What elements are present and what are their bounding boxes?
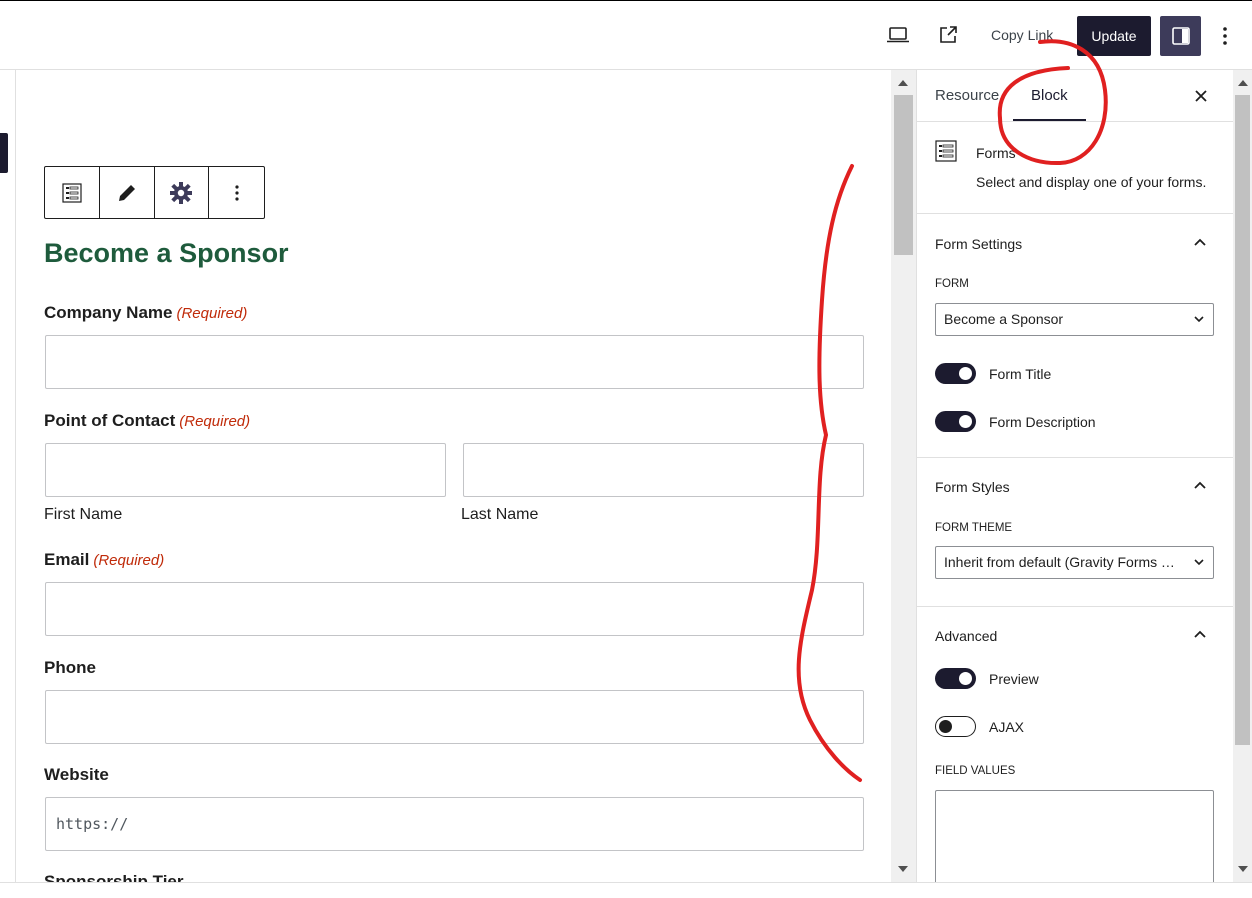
chevron-up-icon[interactable] [1192,234,1208,250]
block-toolbar [44,166,265,219]
scroll-down-arrow[interactable] [898,866,908,872]
sidebar-toggle-button[interactable] [1160,16,1201,56]
active-tab-indicator [1013,119,1086,121]
tab-block[interactable]: Block [1031,87,1068,104]
bottom-bar [0,882,1252,898]
settings-gear-icon[interactable] [155,167,210,218]
advanced-title[interactable]: Advanced [935,628,997,644]
form-description-toggle-label: Form Description [989,414,1096,430]
left-marker [0,133,8,173]
form-theme-select[interactable]: Inherit from default (Gravity Forms Them… [935,546,1214,579]
scroll-up-arrow[interactable] [898,80,908,86]
close-icon[interactable] [1191,86,1211,106]
form-settings-title[interactable]: Form Settings [935,236,1022,252]
scroll-thumb[interactable] [894,95,913,255]
email-label-text: Email [44,550,90,569]
editor-canvas: Become a Sponsor Company Name (Required) … [16,70,891,882]
form-theme-label: FORM THEME [935,522,1013,534]
point-of-contact-label: Point of Contact (Required) [44,411,250,431]
scroll-thumb[interactable] [1235,95,1250,745]
canvas-scrollbar[interactable] [891,70,916,882]
sidebar-tabs: Resource Block [917,70,1233,122]
form-description-toggle[interactable] [935,411,976,432]
sponsorship-tier-label: Sponsorship Tier [44,872,184,882]
block-card: Forms Select and display one of your for… [917,122,1233,214]
section-divider [917,457,1233,458]
scroll-down-arrow[interactable] [1238,866,1248,872]
company-name-label: Company Name (Required) [44,303,247,323]
first-name-sublabel: First Name [44,506,123,523]
email-input[interactable] [45,582,864,636]
form-theme-value: Inherit from default (Gravity Forms Them… [944,554,1210,570]
field-values-label: FIELD VALUES [935,765,1016,777]
more-vertical-icon[interactable] [209,167,264,218]
edit-pencil-icon[interactable] [100,167,155,218]
website-label: Website [44,765,109,784]
ajax-toggle-label: AJAX [989,719,1025,735]
external-link-icon[interactable] [934,21,962,49]
chevron-down-icon [1194,559,1204,566]
phone-input[interactable] [45,690,864,744]
phone-label: Phone [44,658,96,677]
sidebar-scrollbar[interactable] [1233,70,1252,882]
desktop-preview-icon[interactable] [884,21,912,49]
required-indicator: (Required) [93,552,165,569]
form-styles-title[interactable]: Form Styles [935,479,1010,495]
update-button[interactable]: Update [1077,16,1151,56]
company-name-input[interactable] [45,335,864,389]
copy-link-button[interactable]: Copy Link [991,27,1053,43]
company-name-label-text: Company Name [44,303,173,322]
form-label: FORM [935,278,969,290]
last-name-sublabel: Last Name [461,506,539,523]
ajax-toggle[interactable] [935,716,976,737]
settings-sidebar: Resource Block Forms Select and display … [916,70,1233,882]
block-name: Forms [976,145,1016,161]
form-title: Become a Sponsor [44,238,289,268]
editor-header: Copy Link Update [0,0,1252,70]
more-options-icon[interactable] [1215,23,1235,49]
form-block-icon[interactable] [45,167,100,218]
chevron-up-icon[interactable] [1192,626,1208,642]
scroll-up-arrow[interactable] [1238,80,1248,86]
form-title-toggle-label: Form Title [989,366,1052,382]
form-select[interactable]: Become a Sponsor [935,303,1214,336]
required-indicator: (Required) [179,413,251,430]
sidebar-toggle-icon [1171,27,1190,45]
field-values-textarea[interactable] [935,790,1214,882]
preview-toggle-label: Preview [989,671,1039,687]
form-title-toggle[interactable] [935,363,976,384]
form-block-icon [935,140,957,165]
chevron-up-icon[interactable] [1192,477,1208,493]
form-select-value: Become a Sponsor [944,311,1064,327]
chevron-down-icon [1194,316,1204,323]
website-input[interactable]: https:// [45,797,864,851]
email-label: Email (Required) [44,550,164,570]
left-gutter [0,70,16,882]
section-divider [917,606,1233,607]
block-description: Select and display one of your forms. [976,174,1207,190]
required-indicator: (Required) [176,305,248,322]
tab-resource[interactable]: Resource [935,87,999,104]
preview-toggle[interactable] [935,668,976,689]
last-name-input[interactable] [463,443,864,497]
first-name-input[interactable] [45,443,446,497]
point-of-contact-label-text: Point of Contact [44,411,176,430]
